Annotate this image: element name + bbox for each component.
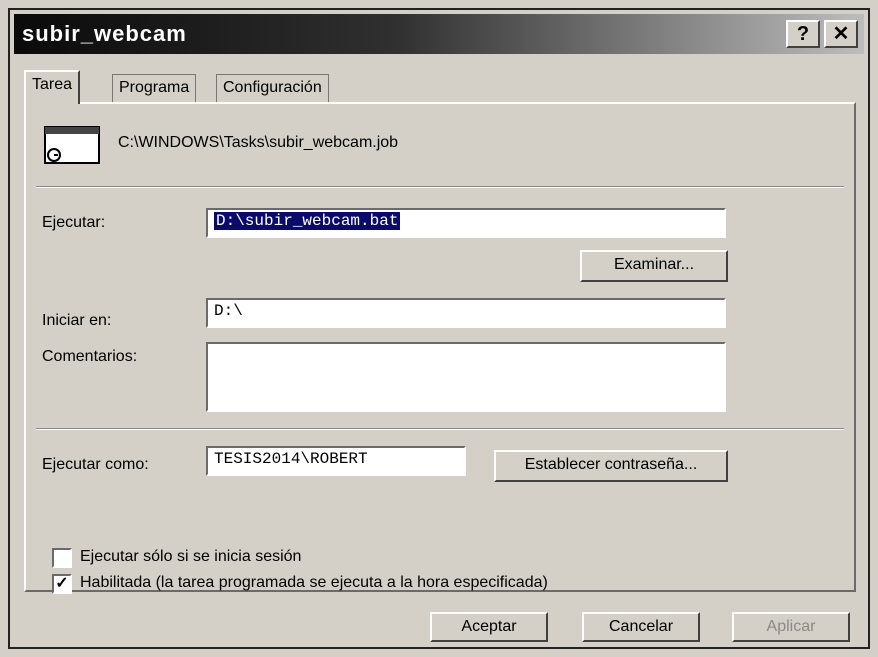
scheduled-task-icon (44, 126, 100, 164)
run-as-field[interactable]: TESIS2014\ROBERT (206, 446, 466, 476)
cancel-button[interactable]: Cancelar (582, 612, 700, 642)
run-field[interactable]: D:\subir_webcam.bat (206, 208, 726, 238)
only-logged-label[interactable]: Ejecutar sólo si se inicia sesión (80, 548, 301, 566)
enabled-label[interactable]: Habilitada (la tarea programada se ejecu… (80, 574, 548, 592)
start-in-label: Iniciar en: (42, 312, 112, 329)
ok-button[interactable]: Aceptar (430, 612, 548, 642)
title-bar[interactable]: subir_webcam ? ✕ (14, 14, 864, 54)
separator (36, 186, 844, 188)
task-properties-dialog: subir_webcam ? ✕ Tarea Programa Configur… (8, 8, 870, 649)
comments-field[interactable] (206, 342, 726, 412)
apply-button[interactable]: Aplicar (732, 612, 850, 642)
comments-label: Comentarios: (42, 348, 138, 365)
tab-programa[interactable]: Programa (112, 74, 197, 102)
set-password-button[interactable]: Establecer contraseña... (494, 450, 728, 482)
job-file-path: C:\WINDOWS\Tasks\subir_webcam.job (118, 134, 399, 151)
enabled-checkbox[interactable]: ✓ (52, 574, 72, 594)
window-title: subir_webcam (22, 21, 187, 46)
tab-configuracion[interactable]: Configuración (216, 74, 329, 102)
help-button[interactable]: ? (786, 20, 820, 48)
close-button[interactable]: ✕ (824, 20, 858, 48)
run-field-value: D:\subir_webcam.bat (214, 212, 401, 230)
run-as-label: Ejecutar como: (42, 456, 149, 473)
start-in-field[interactable]: D:\ (206, 298, 726, 328)
run-label: Ejecutar: (42, 214, 106, 231)
tab-panel: C:\WINDOWS\Tasks\subir_webcam.job Ejecut… (24, 102, 856, 594)
tab-tarea[interactable]: Tarea (24, 70, 81, 104)
separator (36, 428, 844, 430)
browse-button[interactable]: Examinar... (580, 250, 728, 282)
only-logged-checkbox[interactable] (52, 548, 72, 568)
